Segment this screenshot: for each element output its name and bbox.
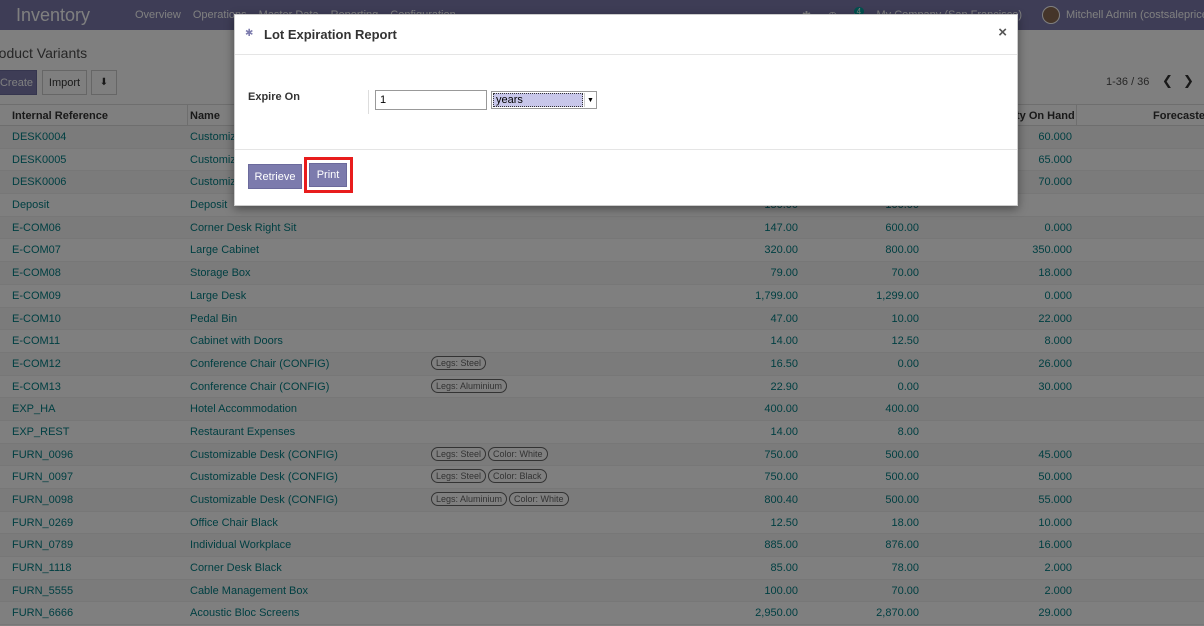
expire-unit-select[interactable]: years ▼ <box>491 91 597 109</box>
field-divider <box>368 90 369 114</box>
lot-expiration-dialog: ✱ Lot Expiration Report × Expire On year… <box>234 14 1018 206</box>
modal-title: Lot Expiration Report <box>264 27 397 42</box>
bug-icon: ✱ <box>245 28 254 39</box>
modal-body: Expire On years ▼ <box>235 55 1017 150</box>
modal-header: ✱ Lot Expiration Report × <box>235 15 1017 55</box>
print-button[interactable]: Print <box>309 163 347 187</box>
retrieve-button[interactable]: Retrieve <box>248 164 302 189</box>
close-icon[interactable]: × <box>998 24 1007 41</box>
caret-down-icon: ▼ <box>584 93 596 107</box>
expire-on-label: Expire On <box>248 91 300 103</box>
expire-unit-value: years <box>493 93 583 107</box>
expire-on-input[interactable] <box>375 90 487 110</box>
modal-footer: Retrieve Print <box>235 150 1017 206</box>
